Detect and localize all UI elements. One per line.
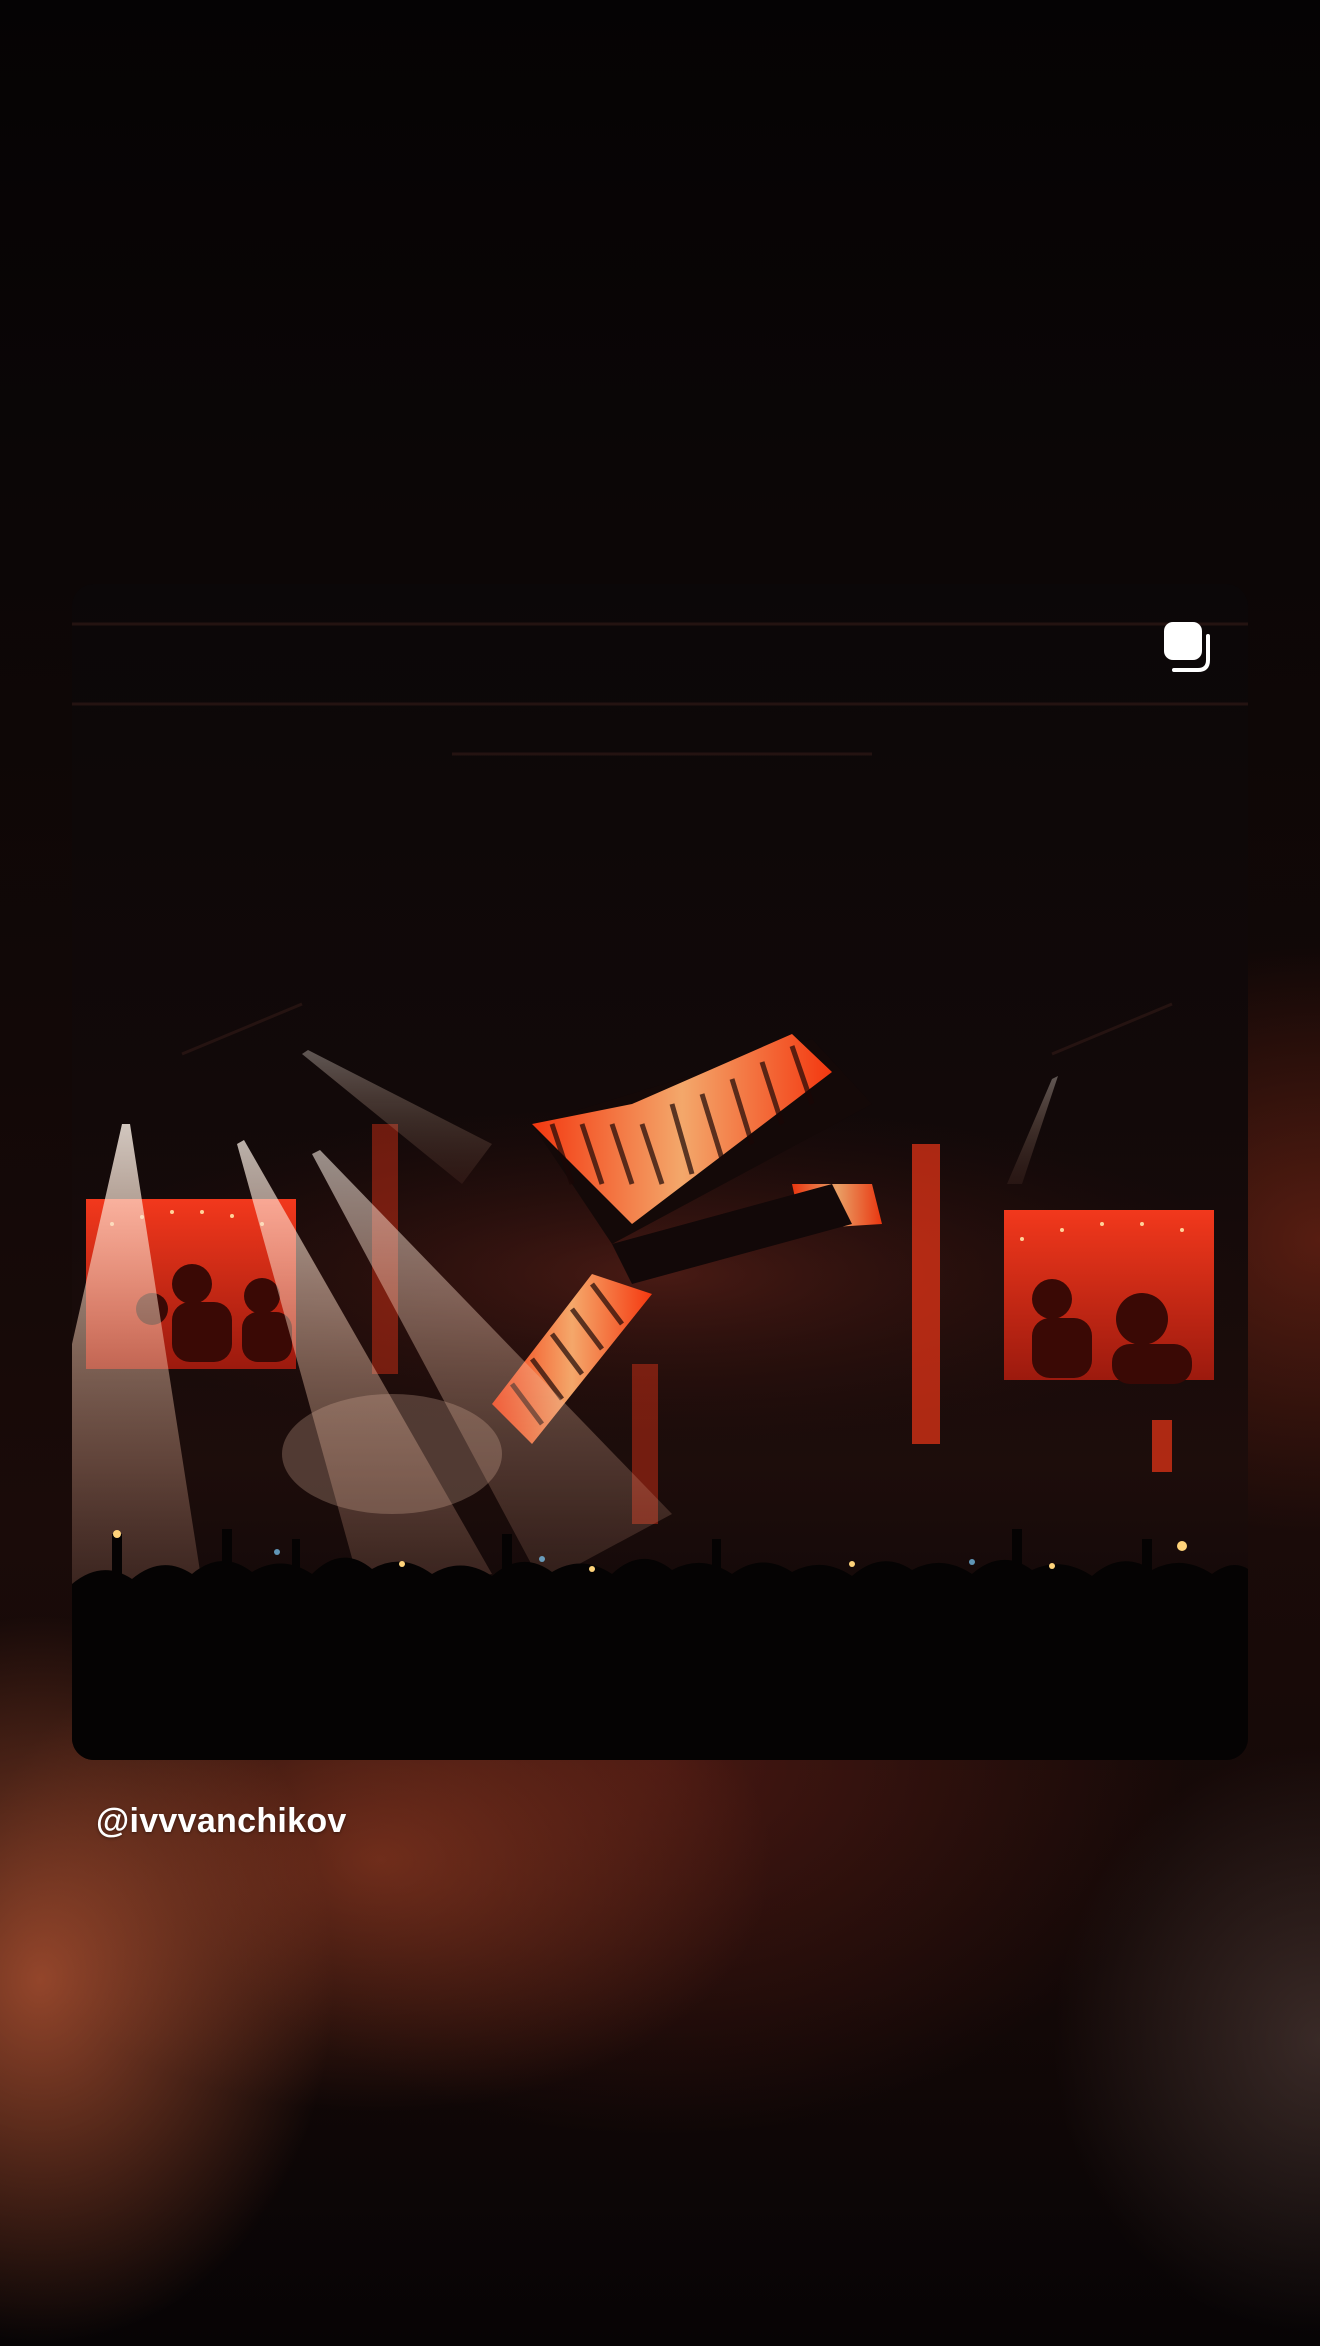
multiple-photos-icon (1164, 622, 1210, 672)
post-username[interactable]: @ivvvanchikov (96, 1802, 347, 1841)
concert-photo (72, 584, 1248, 1760)
post-image-card[interactable] (72, 584, 1248, 1760)
